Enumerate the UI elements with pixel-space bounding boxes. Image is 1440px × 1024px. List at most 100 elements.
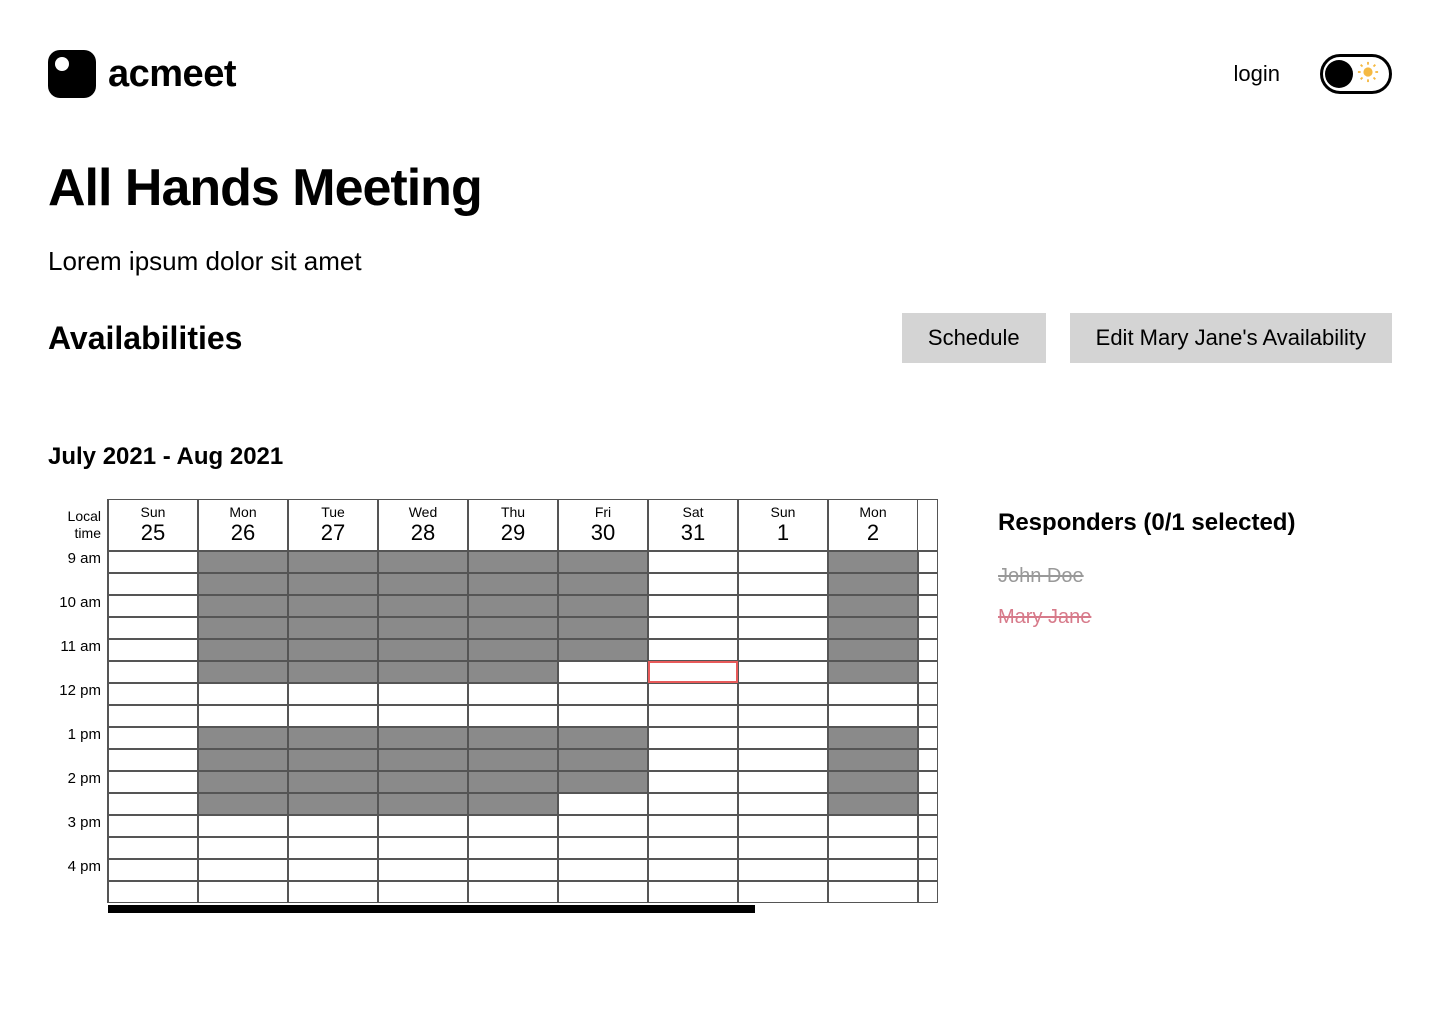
slot-cell[interactable]: [558, 683, 648, 705]
slot-cell[interactable]: [468, 683, 558, 705]
slot-cell[interactable]: [198, 595, 288, 617]
slot-cell[interactable]: [468, 793, 558, 815]
slot-cell[interactable]: [378, 815, 468, 837]
slot-cell[interactable]: [108, 859, 198, 881]
availability-grid[interactable]: LocaltimeSun25Mon26Tue27Wed28Thu29Fri30S…: [48, 499, 938, 903]
slot-cell[interactable]: [108, 551, 198, 573]
slot-cell[interactable]: [648, 771, 738, 793]
horizontal-scrollbar[interactable]: [108, 905, 938, 913]
slot-cell[interactable]: [828, 837, 918, 859]
slot-cell[interactable]: [198, 573, 288, 595]
slot-cell[interactable]: [468, 595, 558, 617]
slot-cell[interactable]: [378, 727, 468, 749]
slot-cell[interactable]: [828, 661, 918, 683]
slot-cell[interactable]: [288, 793, 378, 815]
slot-cell[interactable]: [198, 705, 288, 727]
slot-cell[interactable]: [288, 683, 378, 705]
slot-cell[interactable]: [288, 749, 378, 771]
slot-cell[interactable]: [198, 837, 288, 859]
edit-availability-button[interactable]: Edit Mary Jane's Availability: [1070, 313, 1392, 363]
slot-cell[interactable]: [378, 749, 468, 771]
theme-toggle[interactable]: [1320, 54, 1392, 94]
slot-cell[interactable]: [828, 705, 918, 727]
slot-cell[interactable]: [738, 595, 828, 617]
slot-cell[interactable]: [288, 815, 378, 837]
slot-cell[interactable]: [108, 595, 198, 617]
slot-cell[interactable]: [828, 771, 918, 793]
slot-cell[interactable]: [558, 881, 648, 903]
slot-cell[interactable]: [648, 793, 738, 815]
slot-cell[interactable]: [558, 595, 648, 617]
slot-cell[interactable]: [198, 727, 288, 749]
slot-cell[interactable]: [378, 551, 468, 573]
slot-cell[interactable]: [828, 683, 918, 705]
slot-cell[interactable]: [828, 815, 918, 837]
slot-cell[interactable]: [468, 771, 558, 793]
slot-cell[interactable]: [468, 551, 558, 573]
slot-cell[interactable]: [288, 881, 378, 903]
slot-cell[interactable]: [288, 661, 378, 683]
slot-cell[interactable]: [738, 573, 828, 595]
slot-cell[interactable]: [558, 617, 648, 639]
slot-cell[interactable]: [648, 573, 738, 595]
slot-cell[interactable]: [468, 617, 558, 639]
slot-cell[interactable]: [648, 617, 738, 639]
slot-cell[interactable]: [558, 727, 648, 749]
slot-cell[interactable]: [738, 771, 828, 793]
slot-cell[interactable]: [198, 551, 288, 573]
slot-cell[interactable]: [198, 881, 288, 903]
slot-cell[interactable]: [108, 617, 198, 639]
slot-cell[interactable]: [738, 705, 828, 727]
slot-cell[interactable]: [648, 595, 738, 617]
slot-cell[interactable]: [198, 749, 288, 771]
slot-cell[interactable]: [288, 837, 378, 859]
slot-cell[interactable]: [558, 573, 648, 595]
slot-cell[interactable]: [738, 639, 828, 661]
slot-cell[interactable]: [828, 551, 918, 573]
slot-cell[interactable]: [738, 683, 828, 705]
slot-cell[interactable]: [288, 551, 378, 573]
slot-cell[interactable]: [468, 661, 558, 683]
slot-cell[interactable]: [198, 793, 288, 815]
slot-cell[interactable]: [738, 837, 828, 859]
slot-cell[interactable]: [558, 551, 648, 573]
slot-cell[interactable]: [198, 771, 288, 793]
slot-cell[interactable]: [108, 661, 198, 683]
slot-cell[interactable]: [738, 881, 828, 903]
slot-cell[interactable]: [468, 837, 558, 859]
slot-cell[interactable]: [738, 859, 828, 881]
scrollbar-thumb[interactable]: [108, 905, 755, 913]
slot-cell[interactable]: [738, 749, 828, 771]
slot-cell[interactable]: [468, 859, 558, 881]
slot-cell[interactable]: [558, 859, 648, 881]
slot-cell[interactable]: [198, 661, 288, 683]
slot-cell[interactable]: [108, 881, 198, 903]
slot-cell[interactable]: [288, 639, 378, 661]
slot-cell[interactable]: [108, 749, 198, 771]
slot-cell[interactable]: [378, 639, 468, 661]
slot-cell[interactable]: [648, 683, 738, 705]
slot-cell[interactable]: [468, 639, 558, 661]
login-link[interactable]: login: [1234, 61, 1280, 87]
slot-cell[interactable]: [378, 859, 468, 881]
slot-cell[interactable]: [108, 639, 198, 661]
slot-cell[interactable]: [558, 793, 648, 815]
slot-cell[interactable]: [828, 617, 918, 639]
slot-cell[interactable]: [378, 705, 468, 727]
slot-cell[interactable]: [108, 793, 198, 815]
slot-cell[interactable]: [648, 815, 738, 837]
slot-cell[interactable]: [198, 859, 288, 881]
slot-cell[interactable]: [288, 859, 378, 881]
slot-cell[interactable]: [108, 727, 198, 749]
slot-cell[interactable]: [288, 595, 378, 617]
slot-cell[interactable]: [198, 683, 288, 705]
slot-cell[interactable]: [378, 661, 468, 683]
slot-cell[interactable]: [378, 771, 468, 793]
slot-cell[interactable]: [558, 749, 648, 771]
slot-cell[interactable]: [108, 837, 198, 859]
slot-cell[interactable]: [288, 617, 378, 639]
slot-cell[interactable]: [648, 749, 738, 771]
slot-cell[interactable]: [648, 551, 738, 573]
slot-cell[interactable]: [378, 573, 468, 595]
slot-cell[interactable]: [648, 639, 738, 661]
